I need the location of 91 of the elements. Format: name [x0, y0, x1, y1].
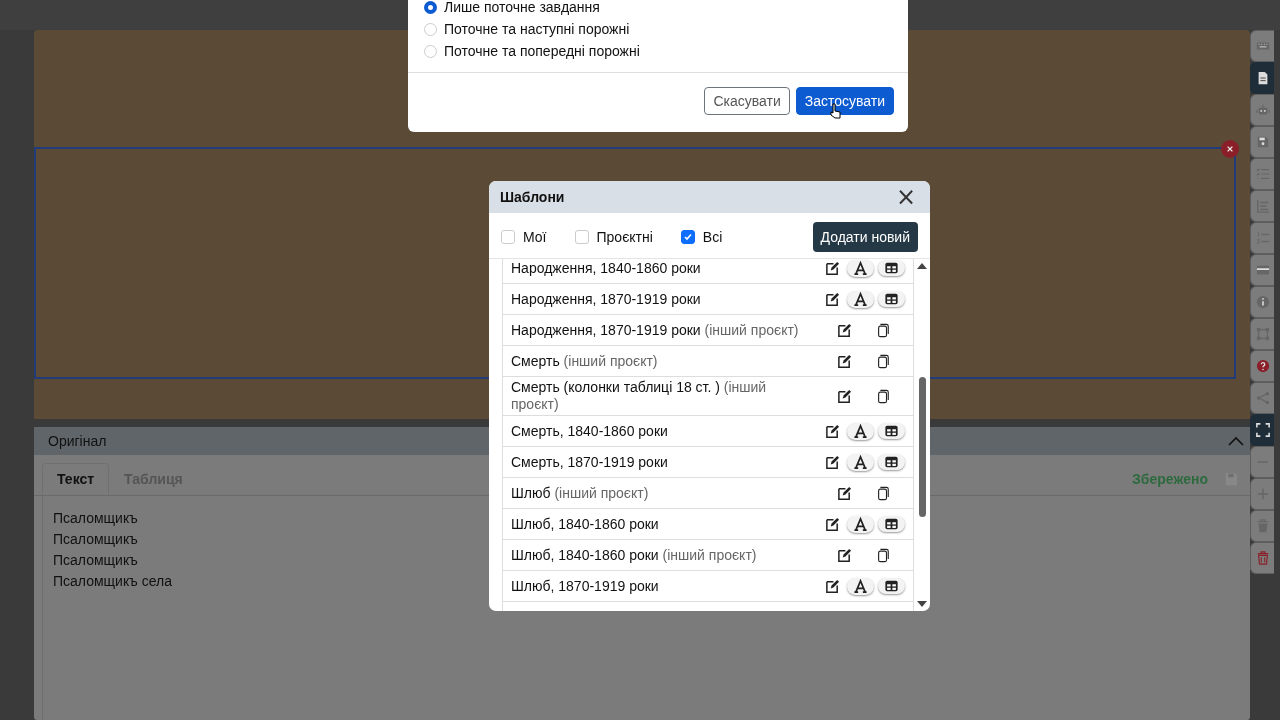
- sidebar-button[interactable]: [1250, 62, 1274, 94]
- text-line: Псаломщикъ села: [53, 572, 172, 591]
- font-button[interactable]: [847, 577, 874, 595]
- template-name[interactable]: Народження, 1870-1919 роки (інший проєкт): [511, 319, 799, 341]
- add-new-button[interactable]: Додати новий: [812, 222, 918, 252]
- card-icon: [1256, 263, 1270, 277]
- font-icon: [853, 260, 868, 276]
- edit-icon: [837, 485, 852, 501]
- table-button[interactable]: [878, 578, 905, 594]
- template-name[interactable]: Шлюб, 1840-1860 роки (інший проєкт): [511, 544, 757, 566]
- copy-icon: [876, 485, 890, 501]
- filter-label[interactable]: Проєктні: [596, 229, 653, 245]
- checkbox[interactable]: [501, 230, 515, 244]
- radio-button[interactable]: [424, 0, 437, 14]
- template-name[interactable]: Смерть, 1840-1860 роки: [511, 420, 668, 442]
- option-label[interactable]: Лише поточне завдання: [444, 0, 600, 15]
- edit-icon: [825, 516, 840, 532]
- edit-icon: [837, 322, 852, 338]
- template-name[interactable]: Смерть (інший проєкт): [511, 350, 658, 372]
- font-button[interactable]: [847, 290, 874, 308]
- table-icon: [884, 455, 899, 469]
- scroll-down-icon[interactable]: [917, 601, 927, 607]
- copy-icon: [876, 547, 890, 563]
- text-line: Псаломщикъ: [53, 551, 138, 570]
- template-name[interactable]: Шлюб (інший проєкт): [511, 482, 649, 504]
- font-icon: [853, 454, 868, 470]
- panel-title: Оригінал: [48, 433, 107, 449]
- apply-button[interactable]: Застосувати: [795, 87, 894, 115]
- copy-icon: [876, 353, 890, 369]
- template-name[interactable]: Народження, 1870-1919 роки: [511, 288, 701, 310]
- table-icon: [884, 261, 899, 275]
- filter-label[interactable]: Всі: [702, 229, 723, 245]
- save-status: Збережено: [1132, 471, 1208, 487]
- robot-icon: [1256, 103, 1270, 117]
- edit-icon: [837, 353, 852, 369]
- trash-icon: [1256, 551, 1270, 565]
- table-button[interactable]: [878, 454, 905, 470]
- edit-icon: [837, 388, 852, 404]
- font-icon: [853, 516, 868, 532]
- font-button[interactable]: [847, 515, 874, 533]
- table-button[interactable]: [878, 423, 905, 439]
- scrollbar-thumb[interactable]: [918, 377, 926, 517]
- template-name[interactable]: Смерть (колонки таблиці 18 ст. ) (інший проєкт): [511, 377, 811, 415]
- edit-icon: [825, 454, 840, 470]
- copy-icon: [876, 388, 890, 404]
- dialog-title: Шаблони: [500, 189, 565, 205]
- save-icon: [1256, 135, 1270, 149]
- template-name[interactable]: Шлюб, 1870-1919 роки: [511, 575, 659, 597]
- help-icon: [1256, 359, 1270, 373]
- font-icon: [853, 291, 868, 307]
- font-icon: [853, 423, 868, 439]
- text-line: Псаломщикъ: [53, 530, 138, 549]
- collapse-icon[interactable]: [1228, 436, 1244, 446]
- font-button[interactable]: [847, 259, 874, 277]
- close-button[interactable]: [1221, 140, 1239, 158]
- tab[interactable]: Текст: [42, 463, 110, 495]
- option-label[interactable]: Поточне та наступні порожні: [444, 21, 630, 37]
- edit-icon: [825, 423, 840, 439]
- table-button[interactable]: [878, 516, 905, 532]
- checkbox[interactable]: [680, 230, 695, 244]
- table-icon: [884, 579, 899, 593]
- font-button[interactable]: [847, 422, 874, 440]
- edit-icon: [825, 260, 840, 276]
- text-line: Псаломщикъ: [53, 509, 138, 528]
- close-icon: [1226, 145, 1234, 153]
- document-icon: [1256, 71, 1270, 85]
- edit-icon: [825, 578, 840, 594]
- checkbox[interactable]: [574, 230, 589, 244]
- check-icon: [682, 232, 693, 242]
- edit-icon: [825, 291, 840, 307]
- font-button[interactable]: [847, 453, 874, 471]
- table-button[interactable]: [878, 260, 905, 276]
- info-icon: [1256, 295, 1270, 309]
- template-name[interactable]: Народження, 1840-1860 роки: [511, 259, 701, 279]
- close-button[interactable]: ×: [895, 185, 916, 209]
- sidebar-button[interactable]: [1250, 414, 1274, 446]
- table-icon: [884, 424, 899, 438]
- template-name[interactable]: Шлюб, 1840-1860 роки: [511, 513, 659, 535]
- font-icon: [853, 578, 868, 594]
- sidebar-button[interactable]: [1250, 254, 1274, 286]
- copy-icon: [876, 322, 890, 338]
- fullscreen-icon: [1256, 423, 1270, 437]
- table-button[interactable]: [878, 291, 905, 307]
- option-label[interactable]: Поточне та попередні порожні: [444, 43, 640, 59]
- table-icon: [884, 292, 899, 306]
- edit-icon: [837, 547, 852, 563]
- template-name[interactable]: Смерть, 1870-1919 роки: [511, 451, 668, 473]
- filter-label[interactable]: Мої: [523, 229, 547, 245]
- table-icon: [884, 517, 899, 531]
- cancel-button[interactable]: Скасувати: [704, 87, 790, 115]
- scroll-up-icon[interactable]: [917, 263, 927, 269]
